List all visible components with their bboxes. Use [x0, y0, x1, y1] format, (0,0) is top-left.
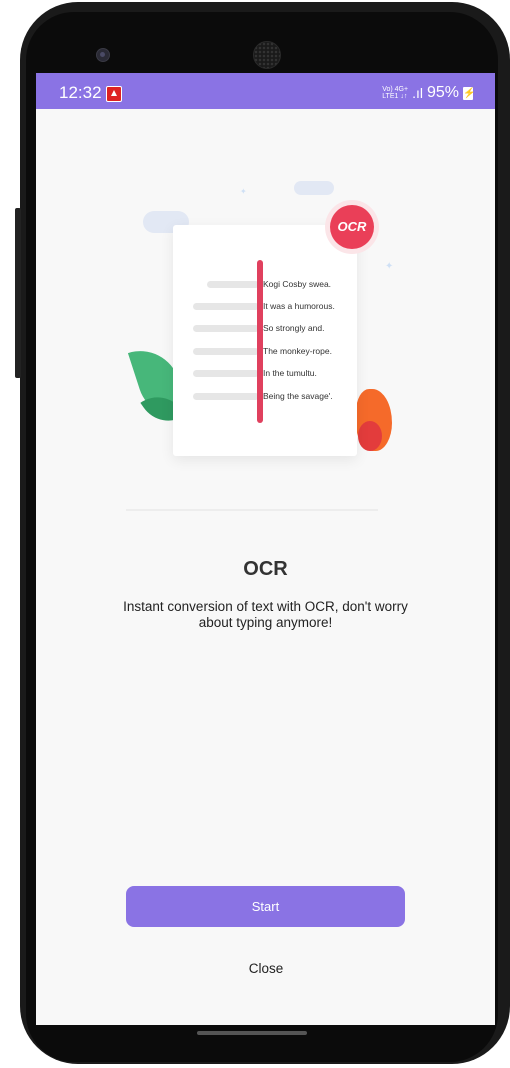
app-screen: 12:32 Vo) 4G+ LTE1 ↓↑ .ıl 95% ⚡ ✦ ✦ ✦ ✦ …	[36, 73, 495, 1025]
document-text: In the tumultu.	[263, 368, 317, 378]
home-indicator[interactable]	[197, 1031, 307, 1035]
document-text: The monkey-rope.	[263, 346, 332, 356]
document-line	[193, 348, 259, 355]
plant-icon	[358, 421, 382, 451]
sparkle-icon: ✦	[385, 261, 394, 272]
ocr-badge-icon: OCR	[330, 205, 374, 249]
document-text: Kogi Cosby swea.	[263, 279, 332, 289]
earpiece-speaker	[253, 41, 281, 69]
front-camera-icon	[96, 48, 110, 62]
close-button[interactable]: Close	[216, 961, 316, 976]
side-button	[15, 208, 21, 378]
document-line	[193, 325, 259, 332]
page-title: OCR	[243, 558, 288, 580]
document-text: It was a humorous.	[263, 301, 335, 311]
page-description: Instant conversion of text with OCR, don…	[123, 599, 408, 630]
sparkle-icon: ✦	[240, 187, 247, 196]
document-text: Being the savage'.	[263, 391, 333, 401]
cloud-icon	[294, 181, 334, 195]
document-line	[193, 303, 259, 310]
document-line	[193, 393, 259, 400]
divider	[126, 509, 378, 511]
document-card	[173, 225, 357, 456]
document-line	[193, 370, 259, 377]
ocr-illustration: ✦ ✦ ✦ ✦ Kogi Cosby swea. It was a humoro…	[36, 73, 495, 533]
document-line	[207, 281, 259, 288]
start-button[interactable]: Start	[126, 886, 405, 927]
scan-line	[257, 260, 263, 423]
document-text: So strongly and.	[263, 323, 325, 333]
